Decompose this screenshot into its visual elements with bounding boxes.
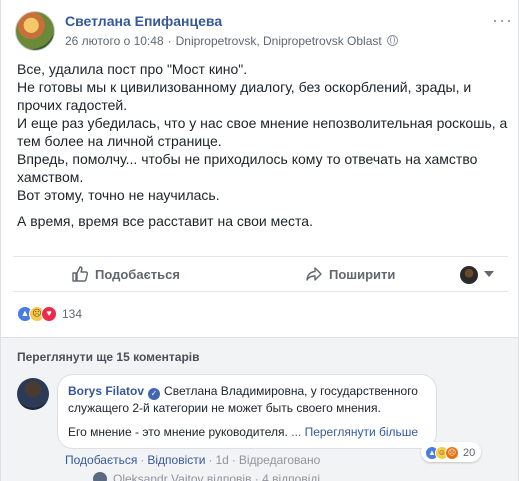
post-line: Впредь, помолчу... чтобы не приходилось …	[17, 151, 478, 167]
reply-preview[interactable]: Oleksandr Vaitov відповів · 4 відповіді	[93, 472, 320, 481]
viewer-avatar	[460, 266, 478, 284]
angry-reaction-icon: ☹	[445, 446, 459, 461]
comments-section: Переглянути ще 15 коментарів Borys Filat…	[1, 337, 518, 481]
post-meta: 26 лютого о 10:48 · Dnipropetrovsk, Dnipro…	[65, 34, 398, 48]
globe-icon	[386, 35, 398, 46]
post-author[interactable]: Светлана Епифанцева	[65, 13, 222, 29]
chevron-down-icon	[484, 271, 494, 277]
share-arrow-icon	[306, 267, 322, 281]
reaction-count: 134	[62, 307, 83, 322]
view-more-comments-link[interactable]: Переглянути ще 15 коментарів	[17, 350, 200, 364]
comment-bubble: Borys Filatov ✓ Светлана Владимировна, у г…	[57, 374, 437, 449]
reply-avatar	[93, 472, 107, 481]
author-avatar[interactable]	[15, 11, 55, 51]
post-line: А время, время все расставит на свои мес…	[17, 213, 313, 229]
verified-badge-icon: ✓	[148, 388, 161, 400]
post-action-bar: Подобається Поширити	[13, 256, 508, 292]
commenter-avatar[interactable]	[17, 378, 49, 410]
post-line: Не готовы мы к цивилизованному диалогу, …	[17, 79, 472, 95]
comment-actions: Подобається · Відповісти · 1d · Відредаговано	[65, 453, 321, 467]
post-body: Все, удалила пост про "Мост кино". Не го…	[17, 60, 512, 230]
comment-reaction-count: 20	[463, 447, 476, 460]
post-line: Вот этому, точно не научилась.	[17, 187, 220, 203]
post-card: Светлана Епифанцева 26 лютого о 10:48 · Dn…	[0, 0, 519, 481]
comment-like-link[interactable]: Подобається	[65, 453, 137, 467]
love-reaction-icon: ♥	[41, 306, 57, 323]
like-label: Подобається	[95, 267, 180, 282]
see-more-link[interactable]: ... Переглянути більше	[291, 425, 418, 439]
post-date[interactable]: 26 лютого о 10:48	[65, 34, 164, 48]
comment-time[interactable]: 1d	[215, 453, 228, 467]
comment-text-continued: Его мнение - это мнение руководителя. ..…	[68, 424, 426, 440]
thumbs-up-icon	[72, 266, 89, 282]
comment-reply-link[interactable]: Відповісти	[147, 453, 205, 467]
reply-preview-text: Oleksandr Vaitov відповів · 4 відповіді	[113, 472, 321, 481]
comment-reactions[interactable]: ▲ ☺ ☹ 20	[421, 442, 482, 462]
post-line: хамством.	[17, 169, 84, 185]
comment-author[interactable]: Borys Filatov	[68, 384, 144, 398]
share-label: Поширити	[329, 267, 396, 282]
post-as-selector[interactable]	[460, 265, 500, 285]
meta-separator: ·	[167, 34, 172, 48]
comment-text-2: Его мнение - это мнение руководителя.	[68, 425, 288, 439]
share-button[interactable]: Поширити	[305, 265, 395, 283]
post-line: И еще раз убедилась, что у нас свое мнен…	[17, 115, 508, 131]
post-line: тем более на личной странице.	[17, 133, 222, 149]
post-line: Все, удалила пост про "Мост кино".	[17, 61, 248, 77]
post-header: Светлана Епифанцева 26 лютого о 10:48 · Dn…	[15, 11, 515, 53]
more-options-button[interactable]: ···	[492, 11, 513, 29]
comment-edited: Відредаговано	[238, 453, 321, 467]
like-button[interactable]: Подобається	[71, 265, 180, 283]
reaction-summary[interactable]: ▲ ☹ ♥ 134	[17, 305, 82, 325]
post-location[interactable]: Dnipropetrovsk, Dnipropetrovsk Oblast	[176, 34, 382, 48]
post-line: прочих гадостей.	[17, 97, 128, 113]
